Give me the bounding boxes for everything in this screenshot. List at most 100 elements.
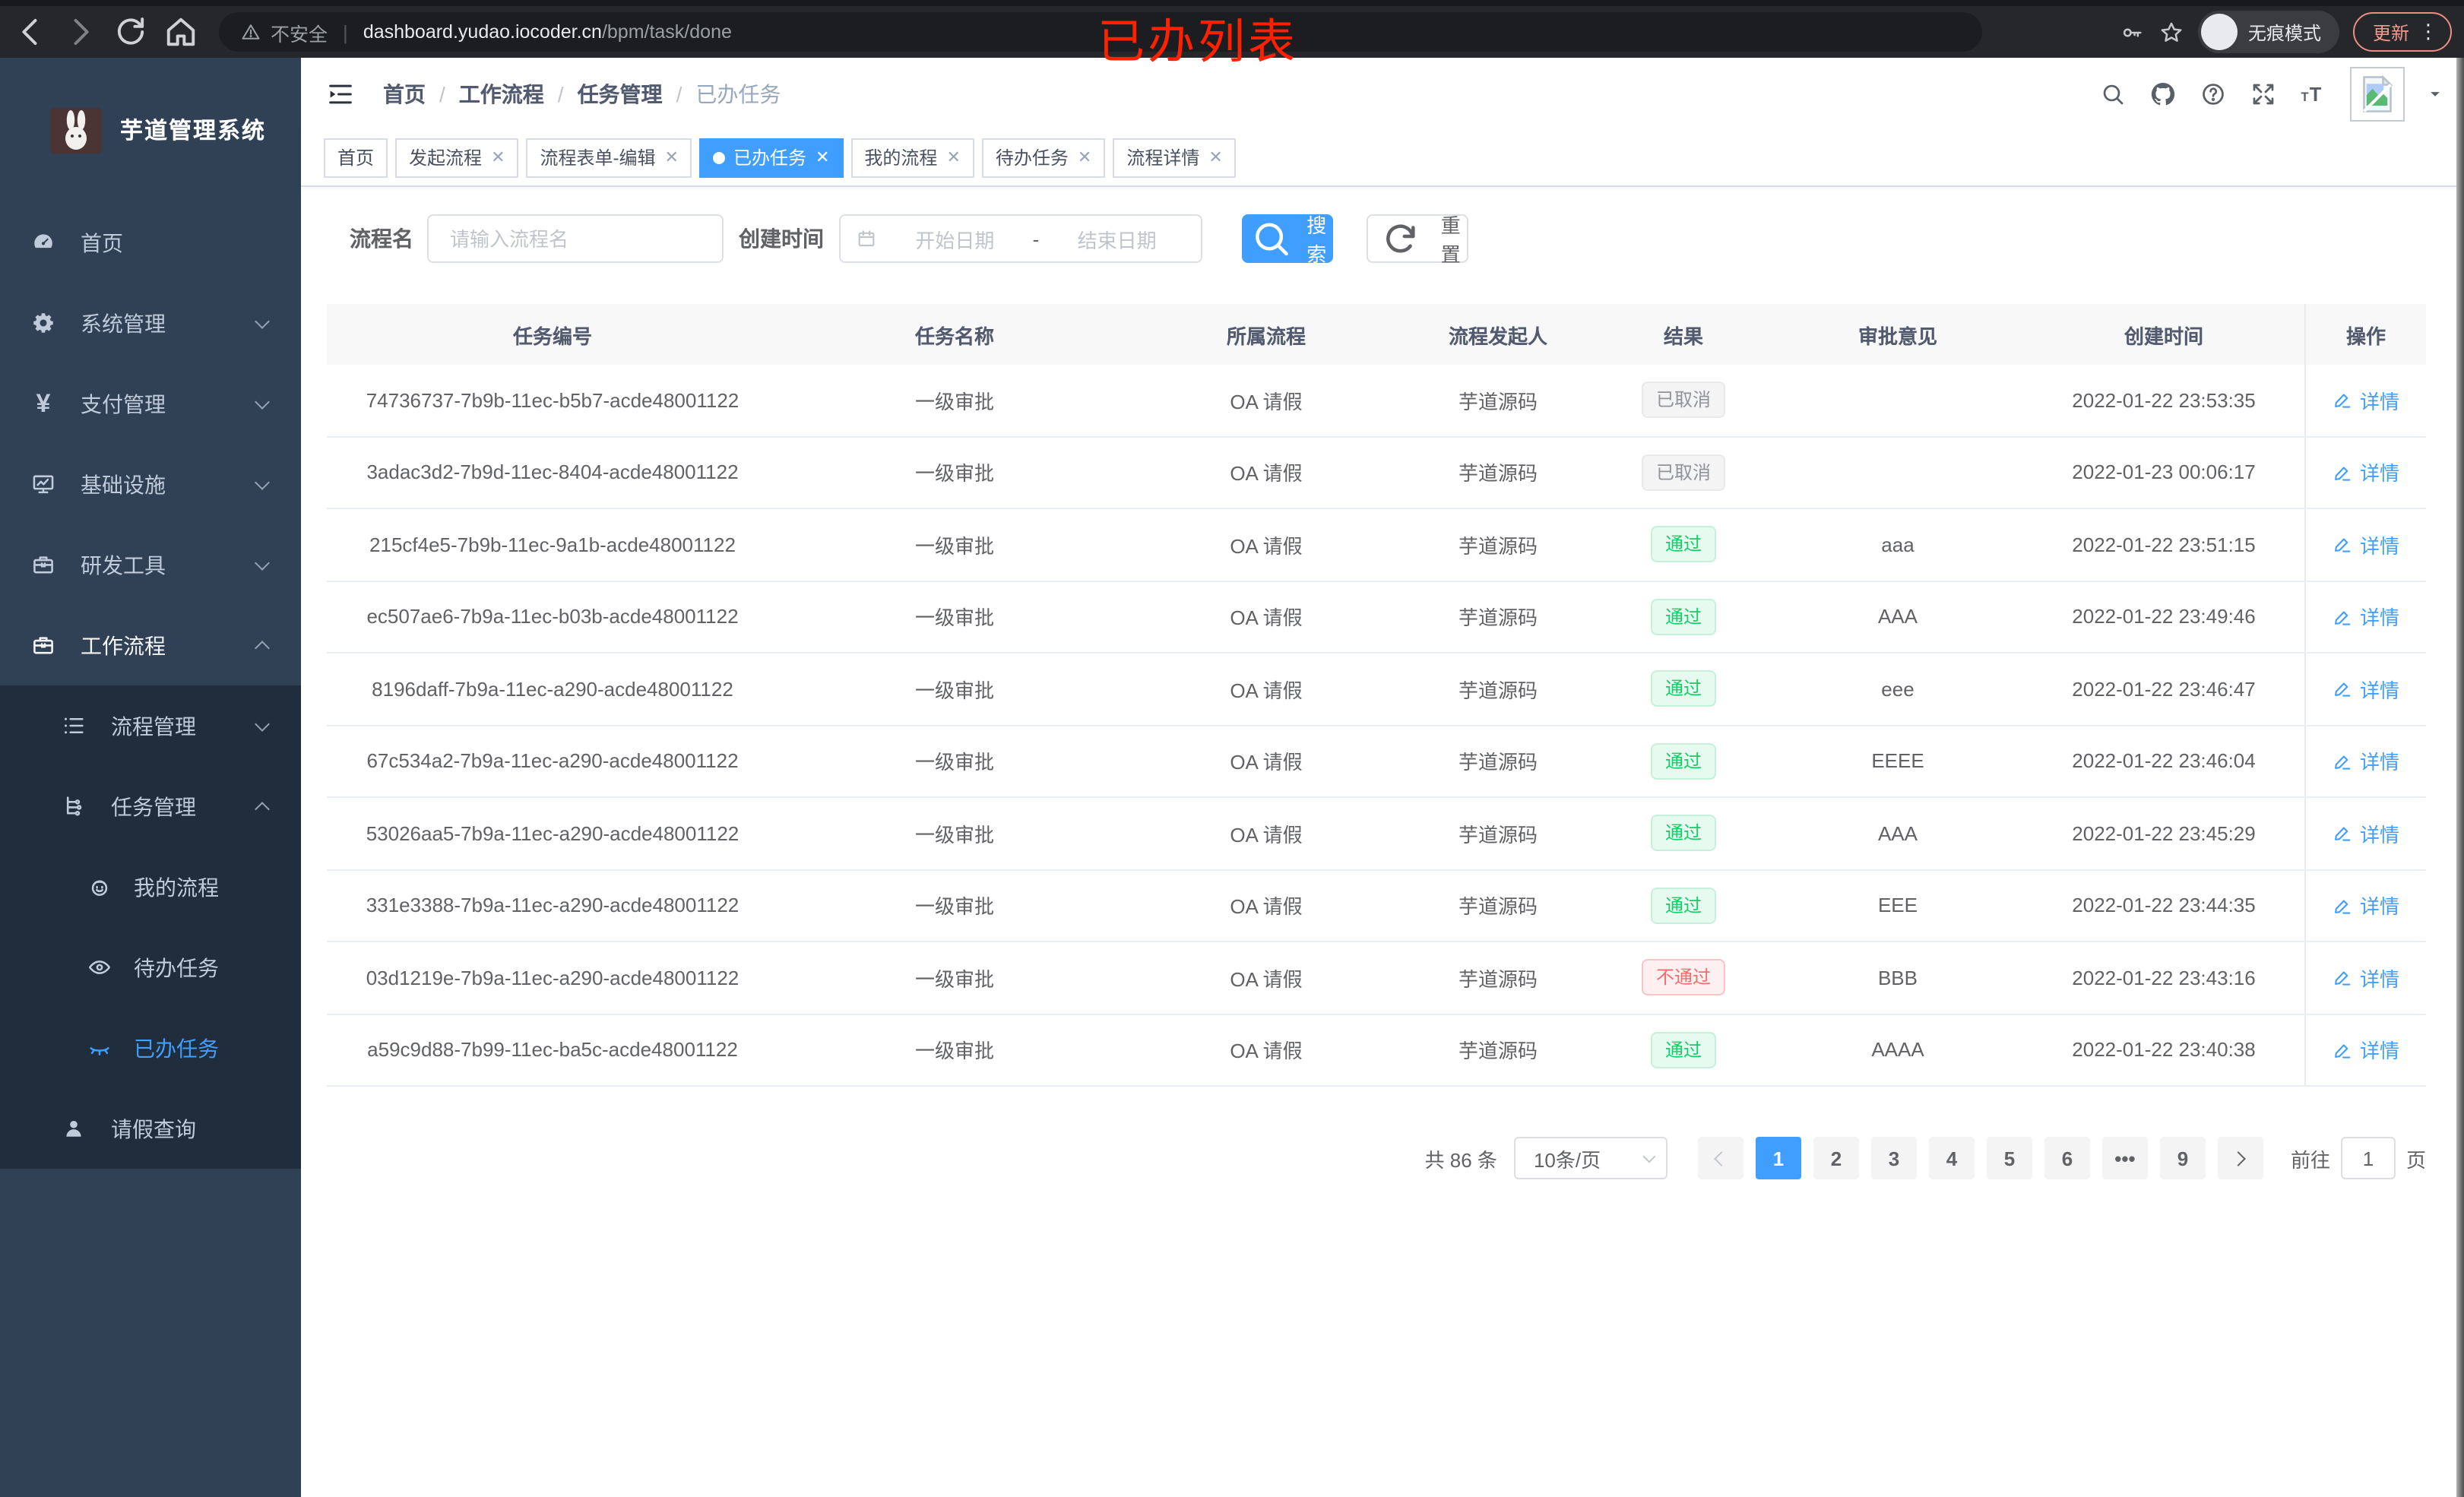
sidebar-item-payment[interactable]: ¥ 支付管理 [0, 363, 301, 444]
sidebar-item-todo-tasks[interactable]: 待办任务 [0, 927, 301, 1008]
tab-form-edit[interactable]: 流程表单-编辑 ✕ [526, 138, 692, 177]
page-button-9[interactable]: 9 [2159, 1137, 2206, 1179]
cell-comment: eee [1881, 677, 1915, 701]
tab-done-tasks[interactable]: 已办任务 ✕ [699, 138, 844, 177]
search-button[interactable]: 搜索 [1242, 214, 1333, 266]
cell-task-name: 一级审批 [914, 823, 994, 847]
page-button-2[interactable]: 2 [1813, 1137, 1859, 1179]
browser-menu-icon[interactable]: ⋮ [2418, 20, 2438, 44]
sidebar-item-my-process[interactable]: 我的流程 [0, 847, 301, 927]
page-button-5[interactable]: 5 [1986, 1137, 2032, 1179]
page-size-select[interactable]: 10条/页 [1513, 1137, 1667, 1179]
sidebar-item-leave-query[interactable]: 请假查询 [0, 1088, 301, 1169]
detail-link[interactable]: 详情 [2333, 819, 2399, 848]
start-date-placeholder[interactable]: 开始日期 [886, 224, 1024, 253]
cell-process: OA 请假 [1230, 967, 1303, 991]
tab-start-process[interactable]: 发起流程 ✕ [395, 138, 519, 177]
detail-link[interactable]: 详情 [2333, 891, 2399, 920]
cell-action: 详情 [2304, 726, 2426, 796]
breadcrumb-item[interactable]: 首页 [383, 78, 426, 109]
close-icon[interactable]: ✕ [1208, 147, 1222, 167]
close-icon[interactable]: ✕ [1078, 147, 1091, 167]
tab-my-process[interactable]: 我的流程 ✕ [850, 138, 974, 177]
detail-link[interactable]: 详情 [2333, 603, 2399, 631]
reset-button[interactable]: 重置 [1367, 214, 1468, 266]
sidebar-item-task-mgmt[interactable]: 任务管理 [0, 766, 301, 847]
passkey-icon[interactable] [2119, 19, 2145, 45]
sidebar-item-system[interactable]: 系统管理 [0, 283, 301, 363]
detail-link[interactable]: 详情 [2333, 964, 2399, 992]
process-name-input[interactable] [447, 226, 704, 252]
window-scrollbar[interactable] [2456, 58, 2464, 1497]
sidebar-item-workflow[interactable]: 工作流程 [0, 605, 301, 685]
detail-link[interactable]: 详情 [2333, 386, 2399, 415]
tab-process-detail[interactable]: 流程详情 ✕ [1113, 138, 1237, 177]
avatar-caret-icon[interactable] [2428, 86, 2443, 101]
sidebar-item-done-tasks[interactable]: 已办任务 [0, 1008, 301, 1088]
back-button[interactable] [11, 12, 50, 52]
column-header: 任务编号 [512, 324, 592, 347]
fontsize-icon: TT [2300, 80, 2327, 107]
close-icon[interactable]: ✕ [946, 147, 960, 167]
reload-button[interactable] [111, 12, 150, 52]
pagination-ellipsis[interactable]: ••• [2101, 1137, 2148, 1179]
cell-result: 通过 [1595, 887, 1772, 924]
sidebar-item-devtools[interactable]: 研发工具 [0, 524, 301, 605]
detail-link[interactable]: 详情 [2333, 675, 2399, 704]
github-icon[interactable] [2149, 80, 2177, 107]
page-button-4[interactable]: 4 [1928, 1137, 1975, 1179]
page-button-1[interactable]: 1 [1755, 1137, 1801, 1179]
detail-link[interactable]: 详情 [2333, 458, 2399, 487]
detail-link[interactable]: 详情 [2333, 1036, 2399, 1065]
sidebar-item-home[interactable]: 首页 [0, 202, 301, 283]
forward-button[interactable] [61, 12, 100, 52]
app-title: 芋道管理系统 [120, 119, 267, 144]
bookmark-star-icon[interactable] [2158, 19, 2184, 45]
cell-result: 已取消 [1595, 381, 1772, 419]
search-icon[interactable] [2099, 80, 2127, 107]
cell-task-id: ec507ae6-7b9a-11ec-b03b-acde48001122 [366, 605, 739, 628]
search-icon [1243, 216, 1299, 261]
cell-action: 详情 [2304, 365, 2426, 435]
home-button[interactable] [161, 12, 201, 52]
cell-starter: 芋道源码 [1458, 462, 1538, 486]
close-icon[interactable]: ✕ [491, 147, 505, 167]
cell-comment: AAAA [1871, 1038, 1924, 1062]
tab-home[interactable]: 首页 [324, 138, 388, 177]
sidebar-item-process-mgmt[interactable]: 流程管理 [0, 685, 301, 766]
process-name-field[interactable] [427, 214, 724, 263]
cell-process: OA 请假 [1230, 1040, 1303, 1063]
sidebar-item-infra[interactable]: 基础设施 [0, 444, 301, 524]
avatar[interactable] [2350, 66, 2405, 121]
font-size-icon[interactable]: TT [2300, 80, 2327, 107]
sidebar-item-label: 待办任务 [134, 955, 219, 980]
chevron-down-icon [255, 313, 270, 328]
search-button-label: 搜索 [1306, 214, 1327, 266]
cell-task-id: 215cf4e5-7b9b-11ec-9a1b-acde48001122 [369, 533, 736, 556]
yen-icon: ¥ [36, 389, 51, 418]
detail-link[interactable]: 详情 [2333, 530, 2399, 559]
page-button-3[interactable]: 3 [1870, 1137, 1917, 1179]
hamburger-icon[interactable] [325, 78, 356, 109]
end-date-placeholder[interactable]: 结束日期 [1048, 224, 1186, 253]
goto-page-input[interactable] [2340, 1137, 2396, 1179]
close-icon[interactable]: ✕ [816, 147, 829, 167]
cell-result: 不通过 [1595, 959, 1772, 996]
table-row: 331e3388-7b9a-11ec-a290-acde48001122 一级审批… [327, 870, 2426, 942]
chrome-update-button[interactable]: 更新 ⋮ [2352, 12, 2452, 52]
page-button-6[interactable]: 6 [2044, 1137, 2090, 1179]
breadcrumb-item[interactable]: 任务管理 [578, 78, 663, 109]
breadcrumb-item[interactable]: 工作流程 [459, 78, 544, 109]
prev-page-button[interactable] [1697, 1137, 1743, 1179]
security-label: 不安全 [271, 24, 328, 45]
fullscreen-icon[interactable] [2250, 80, 2277, 107]
user-icon [61, 1116, 87, 1141]
home-icon [161, 12, 201, 52]
date-range-picker[interactable]: 开始日期 - 结束日期 [839, 214, 1202, 263]
next-page-button[interactable] [2217, 1137, 2263, 1179]
tab-todo-tasks[interactable]: 待办任务 ✕ [981, 138, 1106, 177]
detail-link[interactable]: 详情 [2333, 747, 2399, 776]
help-icon[interactable] [2200, 80, 2227, 107]
detail-label: 详情 [2359, 534, 2399, 558]
close-icon[interactable]: ✕ [665, 147, 679, 167]
